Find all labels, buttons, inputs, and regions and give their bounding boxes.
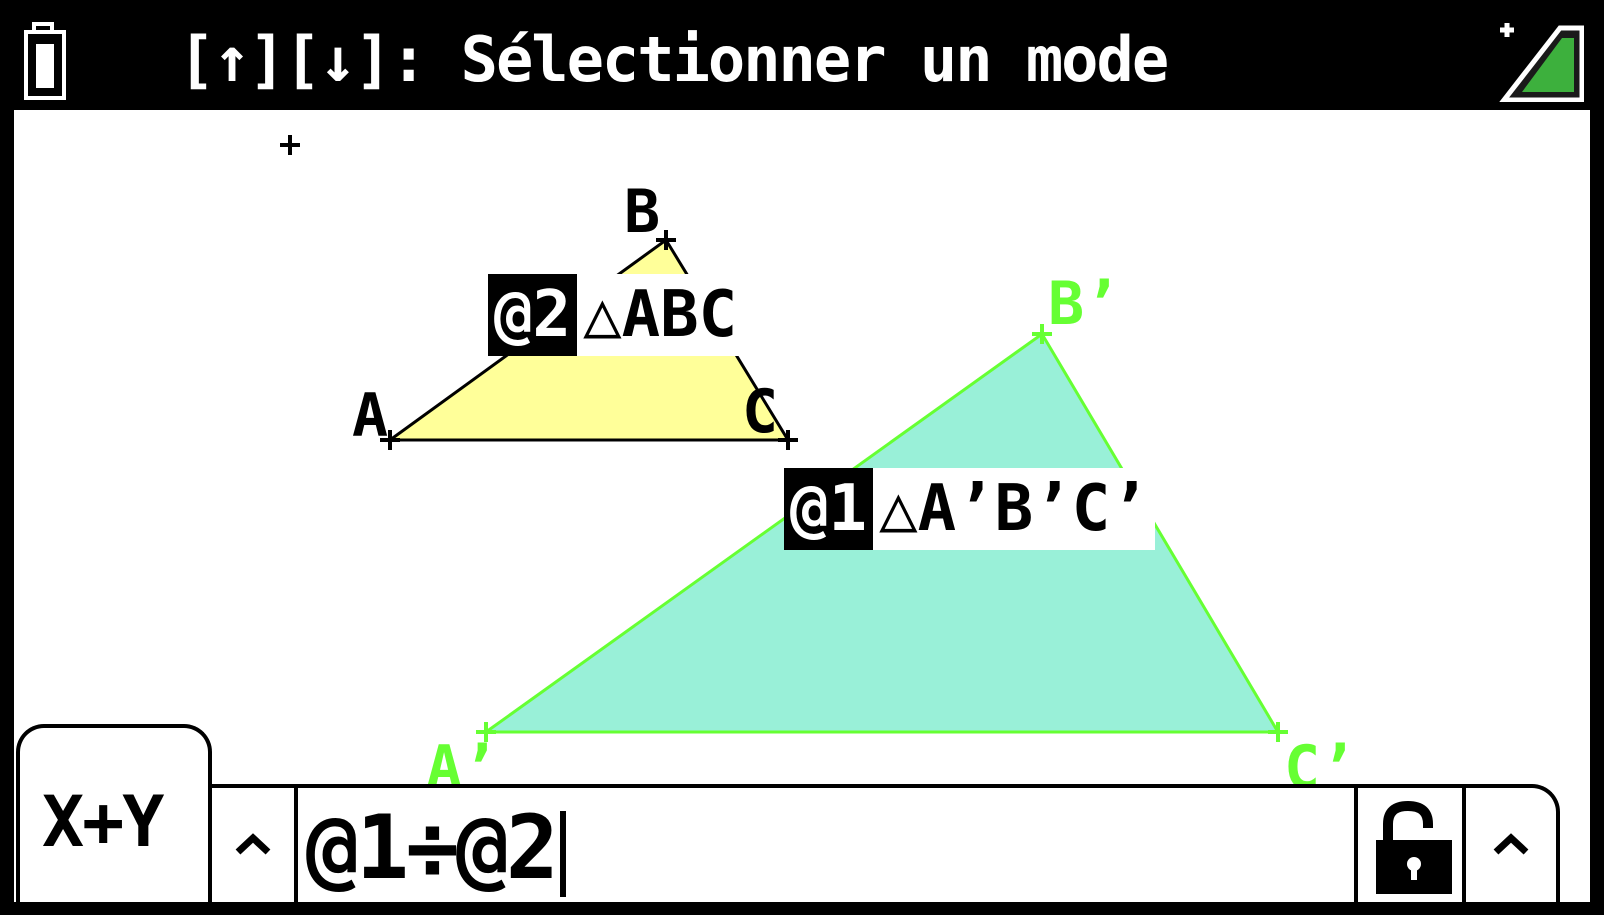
formula-text: @1÷@2 xyxy=(306,796,559,899)
measure-box-2[interactable]: @2 △ABC xyxy=(488,274,744,356)
label-b-prime: B’ xyxy=(1048,269,1121,339)
text-caret xyxy=(559,811,566,898)
battery-icon xyxy=(24,22,66,100)
expand-left-button[interactable] xyxy=(212,788,298,902)
bottom-bar: X+Y @1÷@2 xyxy=(14,716,1590,902)
expand-right-button[interactable] xyxy=(1466,788,1556,902)
lock-toggle-button[interactable] xyxy=(1354,788,1466,902)
xy-tab[interactable]: X+Y xyxy=(16,724,212,902)
label-b: B xyxy=(624,177,661,247)
unlock-icon xyxy=(1376,800,1452,894)
label-c: C xyxy=(742,377,779,447)
xy-tab-label: X+Y xyxy=(42,781,164,863)
status-bar: [↑][↓]: Sélectionner un mode xyxy=(16,14,1588,107)
stray-point[interactable] xyxy=(280,135,300,155)
chevron-up-icon xyxy=(1493,833,1529,855)
formula-entry-bar[interactable]: @1÷@2 xyxy=(212,784,1560,902)
label-a: A xyxy=(352,381,389,451)
formula-input[interactable]: @1÷@2 xyxy=(306,798,566,898)
measure-value-1: △A’B’C’ xyxy=(873,468,1155,550)
signal-strength-icon xyxy=(1499,23,1584,102)
chevron-up-icon xyxy=(235,833,271,855)
measure-tag-1: @1 xyxy=(784,468,874,550)
measure-tag-2: @2 xyxy=(488,274,578,356)
status-message: [↑][↓]: Sélectionner un mode xyxy=(178,23,1169,96)
calculator-screen: [↑][↓]: Sélectionner un mode A B C B’ A’… xyxy=(0,0,1604,915)
measure-value-2: △ABC xyxy=(577,274,744,356)
measure-box-1[interactable]: @1 △A’B’C’ xyxy=(784,468,1155,550)
